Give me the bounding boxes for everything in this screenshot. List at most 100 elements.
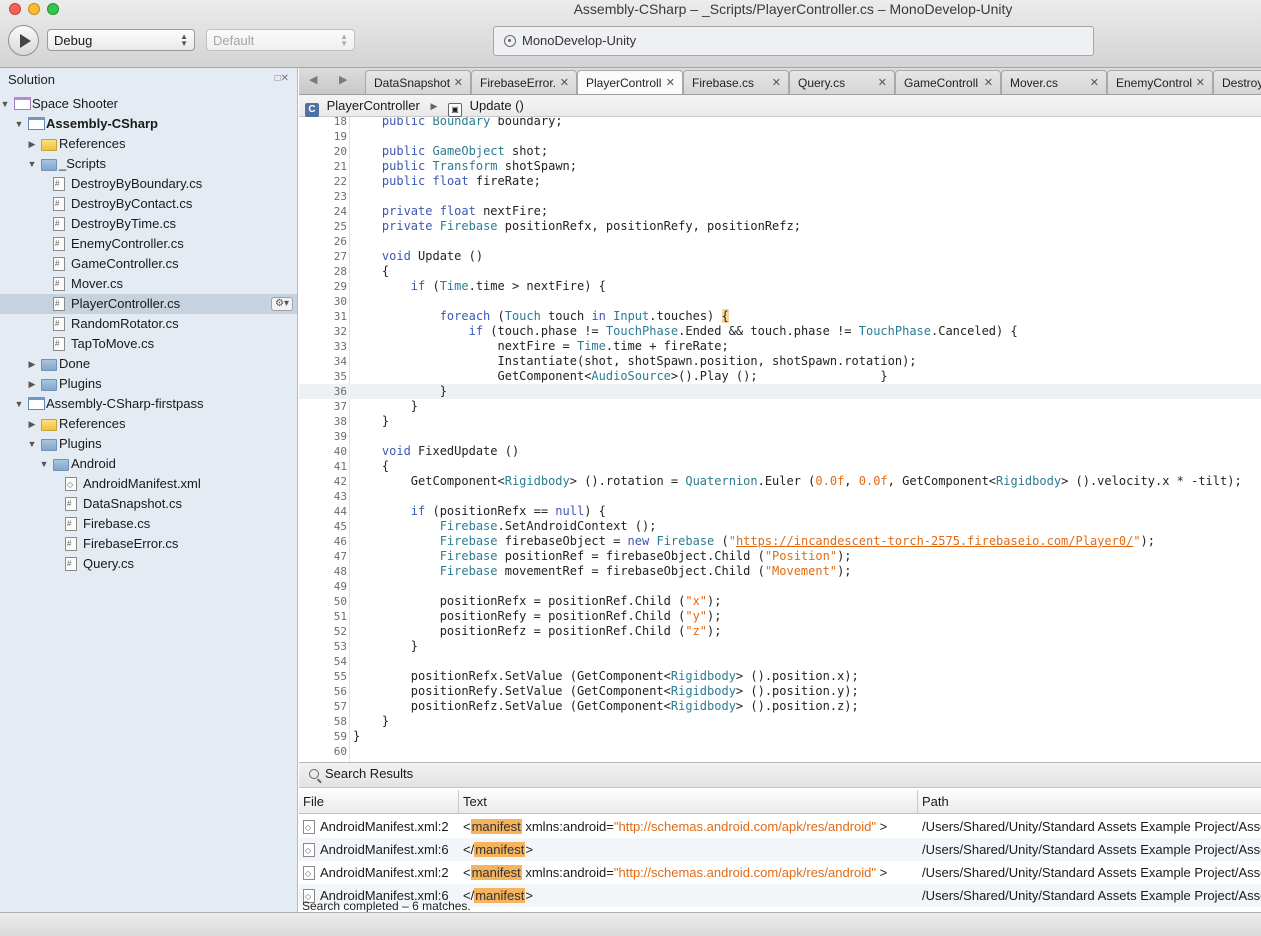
code-line[interactable]: 46 Firebase firebaseObject = new Firebas…: [299, 534, 1261, 549]
tree-item[interactable]: FirebaseError.cs: [0, 534, 297, 554]
tab-scroll-left-icon[interactable]: ◀: [309, 73, 317, 86]
search-result-row[interactable]: AndroidManifest.xml:2 <manifest xmlns:and…: [299, 861, 1261, 884]
tree-item[interactable]: GameController.cs: [0, 254, 297, 274]
code-line[interactable]: 45 Firebase.SetAndroidContext ();: [299, 519, 1261, 534]
code-line[interactable]: 18 public Boundary boundary;: [299, 117, 1261, 129]
tree-item[interactable]: Query.cs: [0, 554, 297, 574]
tree-item[interactable]: ▼ Assembly-CSharp-firstpass: [0, 394, 297, 414]
document-tab[interactable]: EnemyControl ✕: [1107, 70, 1213, 94]
tree-item[interactable]: ▼ Android: [0, 454, 297, 474]
column-header-file[interactable]: File: [299, 790, 459, 814]
code-line[interactable]: 20 public GameObject shot;: [299, 144, 1261, 159]
tree-item[interactable]: ▶ Done: [0, 354, 297, 374]
search-result-row[interactable]: AndroidManifest.xml:6 </manifest> /Users/S…: [299, 838, 1261, 861]
code-line[interactable]: 38 }: [299, 414, 1261, 429]
tree-item[interactable]: DestroyByTime.cs: [0, 214, 297, 234]
code-line[interactable]: 29 if (Time.time > nextFire) {: [299, 279, 1261, 294]
tree-item[interactable]: DataSnapshot.cs: [0, 494, 297, 514]
code-line[interactable]: 27 void Update (): [299, 249, 1261, 264]
platform-select[interactable]: Default ▲ ▼: [206, 29, 355, 51]
document-tab[interactable]: FirebaseError. ✕: [471, 70, 577, 94]
code-line[interactable]: 60: [299, 744, 1261, 759]
tree-item[interactable]: ▼ _Scripts: [0, 154, 297, 174]
expanded-disclosure-icon[interactable]: ▼: [27, 154, 37, 174]
code-line[interactable]: 37 }: [299, 399, 1261, 414]
code-line[interactable]: 28 {: [299, 264, 1261, 279]
code-line[interactable]: 32 if (touch.phase != TouchPhase.Ended &…: [299, 324, 1261, 339]
code-line[interactable]: 36 }: [299, 384, 1261, 399]
document-tab[interactable]: Destroy✕: [1213, 70, 1261, 94]
document-tab[interactable]: GameControll ✕: [895, 70, 1001, 94]
document-tab[interactable]: Mover.cs ✕: [1001, 70, 1107, 94]
code-line[interactable]: 58 }: [299, 714, 1261, 729]
code-line[interactable]: 51 positionRefy = positionRef.Child ("y"…: [299, 609, 1261, 624]
document-tab[interactable]: Query.cs ✕: [789, 70, 895, 94]
search-result-row[interactable]: AndroidManifest.xml:2 <manifest xmlns:and…: [299, 815, 1261, 838]
code-line[interactable]: 55 positionRefx.SetValue (GetComponent<R…: [299, 669, 1261, 684]
gear-icon[interactable]: ⚙▾: [271, 297, 293, 311]
collapsed-disclosure-icon[interactable]: ▶: [27, 374, 37, 394]
code-editor[interactable]: 18 public Boundary boundary; 19 20 public …: [299, 117, 1261, 762]
run-button[interactable]: [8, 25, 39, 56]
close-tab-icon[interactable]: ✕: [560, 76, 569, 89]
tree-item[interactable]: Firebase.cs: [0, 514, 297, 534]
tree-item[interactable]: ▶ References: [0, 134, 297, 154]
code-line[interactable]: 30: [299, 294, 1261, 309]
code-line[interactable]: 35 GetComponent<AudioSource>().Play (); …: [299, 369, 1261, 384]
configuration-select[interactable]: Debug ▲ ▼: [47, 29, 195, 51]
breadcrumb-method[interactable]: Update (): [470, 98, 524, 113]
tree-item[interactable]: Mover.cs: [0, 274, 297, 294]
tab-scroll-right-icon[interactable]: ▶: [339, 73, 347, 86]
document-tab[interactable]: DataSnapshot ✕: [365, 70, 471, 94]
code-line[interactable]: 39: [299, 429, 1261, 444]
code-line[interactable]: 33 nextFire = Time.time + fireRate;: [299, 339, 1261, 354]
code-line[interactable]: 44 if (positionRefx == null) {: [299, 504, 1261, 519]
expanded-disclosure-icon[interactable]: ▼: [39, 454, 49, 474]
code-line[interactable]: 23: [299, 189, 1261, 204]
expanded-disclosure-icon[interactable]: ▼: [14, 114, 24, 134]
close-tab-icon[interactable]: ✕: [1090, 76, 1099, 89]
code-line[interactable]: 21 public Transform shotSpawn;: [299, 159, 1261, 174]
code-line[interactable]: 53 }: [299, 639, 1261, 654]
close-tab-icon[interactable]: ✕: [984, 76, 993, 89]
code-line[interactable]: 41 {: [299, 459, 1261, 474]
close-tab-icon[interactable]: ✕: [454, 76, 463, 89]
collapsed-disclosure-icon[interactable]: ▶: [27, 414, 37, 434]
tree-item[interactable]: AndroidManifest.xml: [0, 474, 297, 495]
code-line[interactable]: 19: [299, 129, 1261, 144]
expanded-disclosure-icon[interactable]: ▼: [27, 434, 37, 454]
code-line[interactable]: 40 void FixedUpdate (): [299, 444, 1261, 459]
code-line[interactable]: 42 GetComponent<Rigidbody> ().rotation =…: [299, 474, 1261, 489]
tree-item[interactable]: ▼ Plugins: [0, 434, 297, 454]
code-line[interactable]: 54: [299, 654, 1261, 669]
tree-item[interactable]: DestroyByContact.cs: [0, 194, 297, 214]
code-line[interactable]: 52 positionRefz = positionRef.Child ("z"…: [299, 624, 1261, 639]
column-header-text[interactable]: Text: [459, 790, 918, 814]
tree-item[interactable]: ▼ Space Shooter: [0, 94, 297, 114]
tree-item[interactable]: EnemyController.cs: [0, 234, 297, 254]
expanded-disclosure-icon[interactable]: ▼: [0, 94, 10, 114]
tree-item[interactable]: PlayerController.cs ⚙▾: [0, 294, 297, 314]
code-line[interactable]: 48 Firebase movementRef = firebaseObject…: [299, 564, 1261, 579]
close-tab-icon[interactable]: ✕: [878, 76, 887, 89]
code-line[interactable]: 26: [299, 234, 1261, 249]
code-line[interactable]: 22 public float fireRate;: [299, 174, 1261, 189]
close-tab-icon[interactable]: ✕: [1196, 76, 1205, 89]
tree-item[interactable]: ▶ References: [0, 414, 297, 434]
tree-item[interactable]: TapToMove.cs: [0, 334, 297, 354]
code-line[interactable]: 31 foreach (Touch touch in Input.touches…: [299, 309, 1261, 324]
code-line[interactable]: 25 private Firebase positionRefx, positi…: [299, 219, 1261, 234]
code-line[interactable]: 49: [299, 579, 1261, 594]
code-line[interactable]: 59}: [299, 729, 1261, 744]
code-line[interactable]: 50 positionRefx = positionRef.Child ("x"…: [299, 594, 1261, 609]
collapsed-disclosure-icon[interactable]: ▶: [27, 134, 37, 154]
code-line[interactable]: 56 positionRefy.SetValue (GetComponent<R…: [299, 684, 1261, 699]
column-header-path[interactable]: Path: [918, 790, 1261, 814]
code-line[interactable]: 57 positionRefz.SetValue (GetComponent<R…: [299, 699, 1261, 714]
close-tab-icon[interactable]: ✕: [772, 76, 781, 89]
code-line[interactable]: 24 private float nextFire;: [299, 204, 1261, 219]
code-line[interactable]: 43: [299, 489, 1261, 504]
collapsed-disclosure-icon[interactable]: ▶: [27, 354, 37, 374]
expanded-disclosure-icon[interactable]: ▼: [14, 394, 24, 414]
code-line[interactable]: 34 Instantiate(shot, shotSpawn.position,…: [299, 354, 1261, 369]
